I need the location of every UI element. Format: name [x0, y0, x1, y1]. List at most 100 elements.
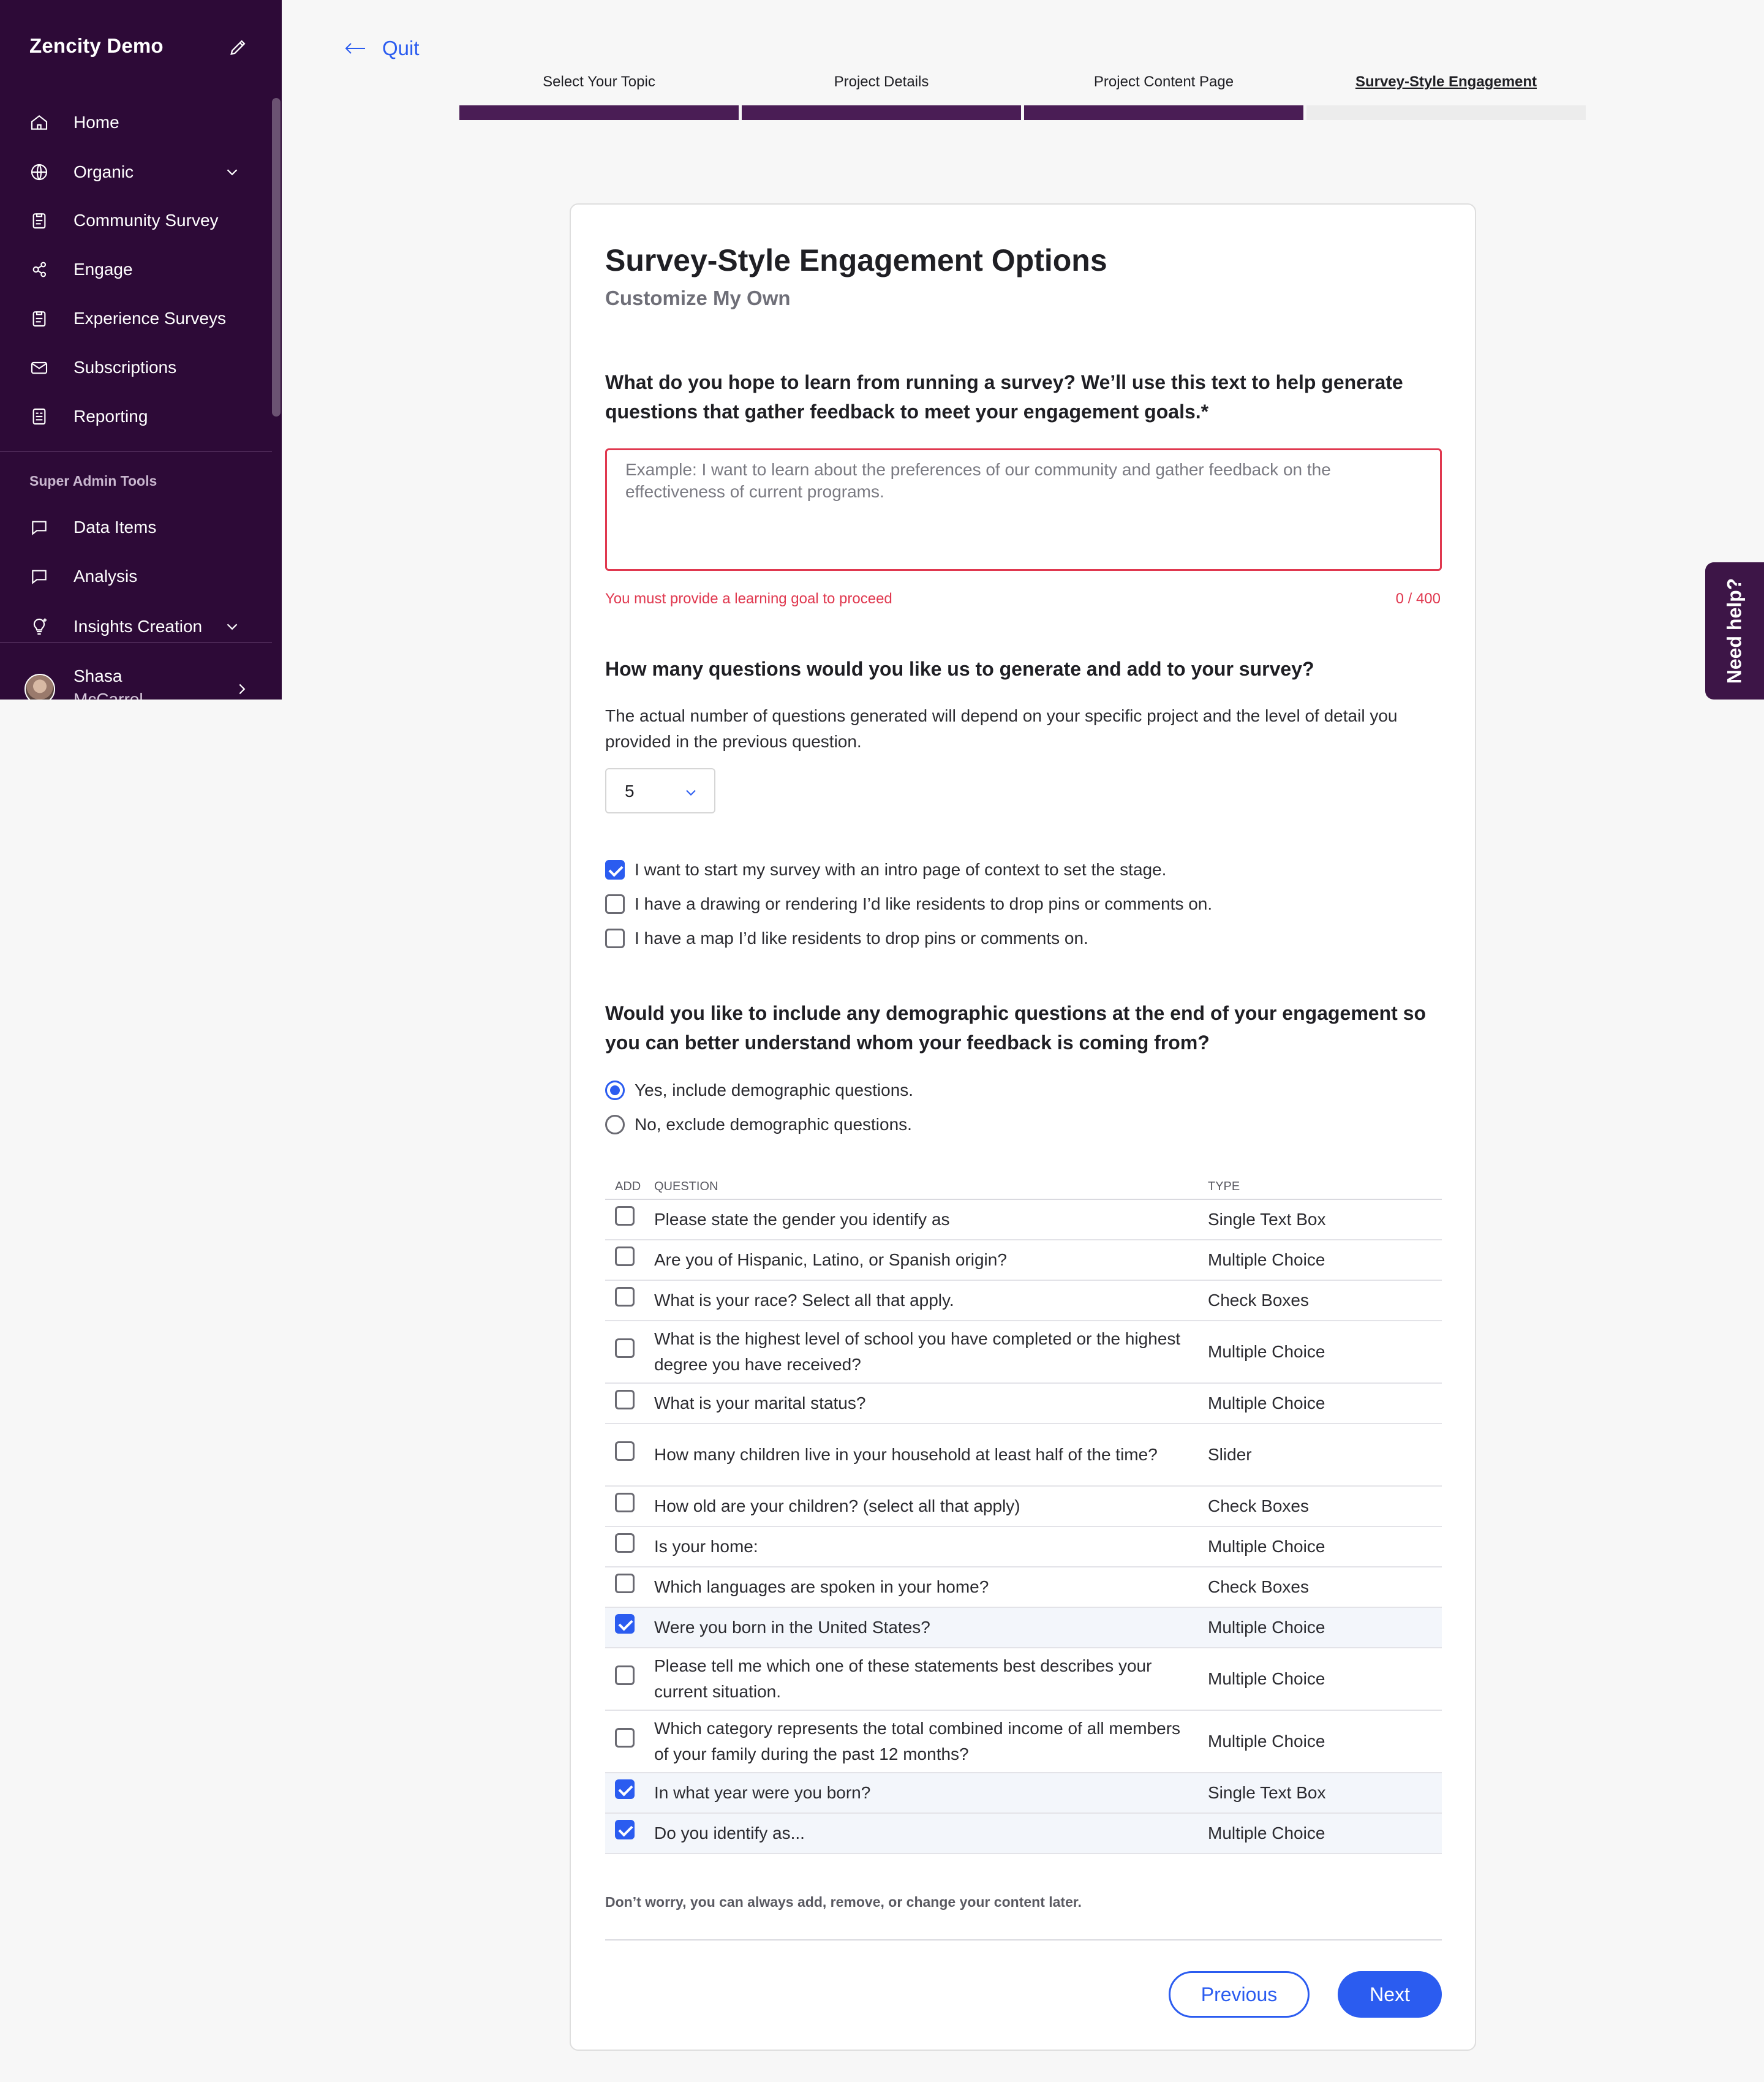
row-checkbox[interactable] [615, 1533, 635, 1553]
sidebar-scrollbar[interactable] [272, 98, 281, 417]
sidebar-item-engage[interactable]: Engage [0, 248, 270, 291]
option-label: I want to start my survey with an intro … [635, 860, 1167, 879]
sidebar-item-experience-surveys[interactable]: Experience Surveys [0, 297, 270, 340]
table-row[interactable]: In what year were you born? Single Text B… [605, 1773, 1442, 1814]
row-checkbox[interactable] [615, 1247, 635, 1266]
previous-button[interactable]: Previous [1169, 1971, 1310, 2018]
add-cell [605, 1424, 654, 1487]
checkbox[interactable] [605, 894, 625, 914]
row-checkbox[interactable] [615, 1206, 635, 1226]
step-survey-engagement[interactable]: Survey-Style Engagement [1306, 74, 1586, 123]
table-body: Please state the gender you identify as S… [605, 1199, 1442, 1854]
sidebar-divider [0, 451, 272, 452]
table-row[interactable]: Which languages are spoken in your home?… [605, 1567, 1442, 1608]
chevron-down-icon[interactable] [223, 163, 241, 181]
sidebar-item-reporting[interactable]: Reporting [0, 395, 270, 438]
pencil-icon[interactable] [228, 37, 249, 58]
type-cell: Slider [1208, 1424, 1442, 1487]
radio-button[interactable] [605, 1081, 625, 1100]
sidebar-item-data-items[interactable]: Data Items [0, 506, 270, 549]
sidebar-section-title: Super Admin Tools [29, 473, 157, 489]
sidebar-item-home[interactable]: Home [0, 101, 270, 144]
table-row[interactable]: Do you identify as... Multiple Choice [605, 1813, 1442, 1854]
radio-exclude[interactable]: No, exclude demographic questions. [605, 1112, 912, 1137]
step-bar [1306, 105, 1586, 120]
sidebar-item-label: Subscriptions [74, 358, 177, 377]
table-row[interactable]: What is your race? Select all that apply… [605, 1280, 1442, 1321]
sidebar-item-label: Home [74, 113, 119, 132]
option-map[interactable]: I have a map I’d like residents to drop … [605, 926, 1088, 951]
sidebar-item-community-survey[interactable]: Community Survey [0, 199, 270, 242]
type-cell: Check Boxes [1208, 1280, 1442, 1321]
row-checkbox[interactable] [615, 1614, 635, 1634]
sidebar-item-label: Engage [74, 260, 133, 279]
step-label: Survey-Style Engagement [1355, 74, 1537, 90]
option-drawing[interactable]: I have a drawing or rendering I’d like r… [605, 892, 1212, 916]
quit-link[interactable]: Quit [344, 37, 420, 60]
checkbox[interactable] [605, 860, 625, 880]
sidebar-item-organic[interactable]: Organic [0, 151, 270, 194]
add-cell [605, 1773, 654, 1814]
table-row[interactable]: How old are your children? (select all t… [605, 1486, 1442, 1527]
sidebar-item-label: Experience Surveys [74, 309, 227, 328]
avatar[interactable] [24, 674, 55, 700]
option-intro-page[interactable]: I want to start my survey with an intro … [605, 858, 1166, 882]
learn-question: What do you hope to learn from running a… [605, 371, 1403, 423]
step-bar [1024, 105, 1303, 120]
type-cell: Multiple Choice [1208, 1383, 1442, 1424]
next-button[interactable]: Next [1338, 1971, 1442, 2018]
question-count-select[interactable]: 5 [605, 768, 715, 813]
need-help-label: Need help? [1723, 578, 1746, 684]
step-project-details[interactable]: Project Details [742, 74, 1021, 123]
mail-icon [31, 361, 48, 374]
type-cell: Multiple Choice [1208, 1607, 1442, 1648]
table-row[interactable]: How many children live in your household… [605, 1424, 1442, 1487]
row-checkbox[interactable] [615, 1665, 635, 1685]
add-cell [605, 1383, 654, 1424]
table-row[interactable]: What is your marital status? Multiple Cho… [605, 1383, 1442, 1424]
step-select-topic[interactable]: Select Your Topic [459, 74, 739, 123]
row-checkbox[interactable] [615, 1287, 635, 1307]
sidebar-item-label: Community Survey [74, 211, 219, 230]
row-checkbox[interactable] [615, 1390, 635, 1409]
sidebar-item-analysis[interactable]: Analysis [0, 555, 270, 598]
row-checkbox[interactable] [615, 1779, 635, 1799]
row-checkbox[interactable] [615, 1574, 635, 1593]
learning-goal-input[interactable] [605, 448, 1442, 571]
add-cell [605, 1280, 654, 1321]
chevron-down-icon[interactable] [223, 617, 241, 636]
row-checkbox[interactable] [615, 1493, 635, 1512]
options-card: Survey-Style Engagement Options Customiz… [570, 203, 1476, 2051]
row-checkbox[interactable] [615, 1441, 635, 1461]
step-project-content[interactable]: Project Content Page [1024, 74, 1303, 123]
question-cell: Which languages are spoken in your home? [654, 1567, 1208, 1608]
count-question: How many questions would you like us to … [605, 658, 1314, 680]
add-cell [605, 1607, 654, 1648]
count-help: The actual number of questions generated… [605, 706, 1398, 751]
question-cell: In what year were you born? [654, 1773, 1208, 1814]
table-row[interactable]: Were you born in the United States? Multi… [605, 1607, 1442, 1648]
row-checkbox[interactable] [615, 1338, 635, 1358]
column-header-add: ADD [605, 1169, 654, 1200]
radio-include[interactable]: Yes, include demographic questions. [605, 1078, 913, 1103]
user-name: Shasa [74, 666, 123, 685]
row-checkbox[interactable] [615, 1728, 635, 1748]
type-cell: Multiple Choice [1208, 1321, 1442, 1384]
table-row[interactable]: Please state the gender you identify as S… [605, 1199, 1442, 1240]
home-icon [31, 115, 48, 130]
add-cell [605, 1486, 654, 1527]
table-row[interactable]: Are you of Hispanic, Latino, or Spanish … [605, 1240, 1442, 1281]
question-cell: How many children live in your household… [654, 1424, 1208, 1487]
table-row[interactable]: Is your home: Multiple Choice [605, 1526, 1442, 1567]
table-row[interactable]: Which category represents the total comb… [605, 1710, 1442, 1773]
step-label: Project Content Page [1093, 74, 1234, 90]
step-bar [742, 105, 1021, 120]
table-row[interactable]: What is the highest level of school you … [605, 1321, 1442, 1384]
chevron-right-icon[interactable] [233, 680, 251, 698]
sidebar-item-subscriptions[interactable]: Subscriptions [0, 346, 270, 389]
table-row[interactable]: Please tell me which one of these statem… [605, 1648, 1442, 1711]
need-help-tab[interactable]: Need help? [1705, 562, 1764, 700]
row-checkbox[interactable] [615, 1820, 635, 1839]
radio-button[interactable] [605, 1115, 625, 1134]
checkbox[interactable] [605, 929, 625, 948]
